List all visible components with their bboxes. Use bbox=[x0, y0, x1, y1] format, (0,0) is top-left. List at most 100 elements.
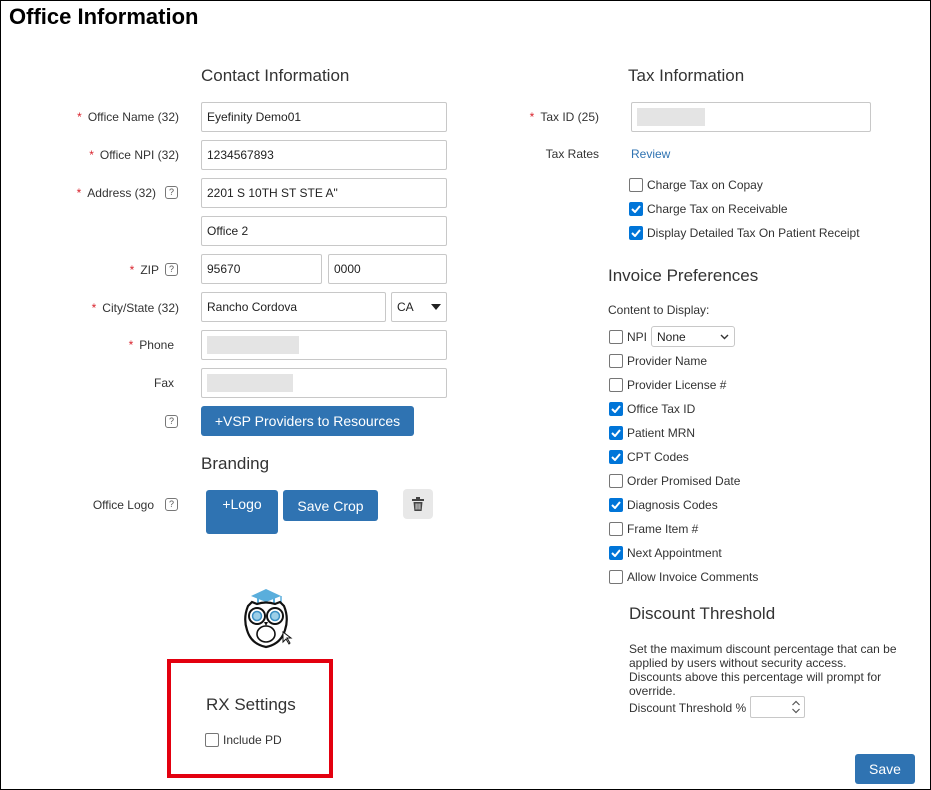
address-line1-input[interactable]: 2201 S 10TH ST STE A" bbox=[201, 178, 447, 208]
invoice-item-label: Allow Invoice Comments bbox=[627, 570, 759, 584]
invoice-item-label: Provider Name bbox=[627, 354, 708, 368]
charge-tax-copay-checkbox[interactable] bbox=[629, 178, 643, 192]
checkmark-icon bbox=[611, 453, 621, 461]
charge-tax-receivable-label: Charge Tax on Receivable bbox=[647, 202, 788, 216]
office-npi-label: * Office NPI (32) bbox=[89, 148, 179, 162]
fax-label: Fax bbox=[153, 376, 174, 390]
npi-checkbox[interactable] bbox=[609, 330, 623, 344]
invoice-item-option[interactable]: Order Promised Date bbox=[609, 474, 740, 488]
invoice-item-label: Next Appointment bbox=[627, 546, 722, 560]
charge-tax-copay-label: Charge Tax on Copay bbox=[647, 178, 763, 192]
include-pd-checkbox[interactable] bbox=[205, 733, 219, 747]
save-button[interactable]: Save bbox=[855, 754, 915, 784]
display-detailed-tax-checkbox[interactable] bbox=[629, 226, 643, 240]
invoice-item-option[interactable]: Provider Name bbox=[609, 354, 707, 368]
add-logo-button[interactable]: +Logo bbox=[206, 490, 278, 534]
office-logo-help-icon[interactable]: ? bbox=[165, 498, 178, 511]
invoice-item-checkbox[interactable] bbox=[609, 402, 623, 416]
rx-settings-heading: RX Settings bbox=[206, 695, 296, 714]
invoice-item-option[interactable]: Office Tax ID bbox=[609, 402, 695, 416]
zip-label: * ZIP bbox=[129, 263, 159, 277]
city-state-label: * City/State (32) bbox=[91, 301, 179, 315]
chevron-down-icon bbox=[720, 334, 729, 339]
tax-rates-review-link[interactable]: Review bbox=[631, 147, 670, 161]
address-help-icon[interactable]: ? bbox=[165, 186, 178, 199]
checkmark-icon bbox=[611, 429, 621, 437]
spinner-arrows-icon[interactable] bbox=[791, 699, 801, 715]
display-detailed-tax-option[interactable]: Display Detailed Tax On Patient Receipt bbox=[629, 226, 860, 240]
zip-input[interactable]: 95670 bbox=[201, 254, 322, 284]
state-select-value: CA bbox=[397, 300, 414, 314]
checkmark-icon bbox=[611, 501, 621, 509]
include-pd-option[interactable]: Include PD bbox=[205, 733, 282, 747]
invoice-item-checkbox[interactable] bbox=[609, 354, 623, 368]
office-logo-image bbox=[244, 589, 293, 649]
invoice-item-label: Office Tax ID bbox=[627, 402, 696, 416]
invoice-item-label: Patient MRN bbox=[627, 426, 696, 440]
address-label: * Address (32) bbox=[76, 186, 156, 200]
page-title: Office Information bbox=[9, 4, 199, 29]
invoice-preferences-heading: Invoice Preferences bbox=[608, 266, 759, 285]
discount-threshold-label: Discount Threshold % bbox=[629, 701, 747, 715]
invoice-item-option[interactable]: Patient MRN bbox=[609, 426, 695, 440]
state-select[interactable]: CA bbox=[391, 292, 447, 322]
invoice-item-label: CPT Codes bbox=[627, 450, 689, 464]
content-to-display-label: Content to Display: bbox=[608, 303, 710, 317]
invoice-item-label: Order Promised Date bbox=[627, 474, 741, 488]
invoice-item-option[interactable]: Next Appointment bbox=[609, 546, 722, 560]
npi-select[interactable]: None bbox=[651, 326, 735, 347]
charge-tax-copay-option[interactable]: Charge Tax on Copay bbox=[629, 178, 763, 192]
vsp-providers-button[interactable]: +VSP Providers to Resources bbox=[201, 406, 414, 436]
charge-tax-receivable-option[interactable]: Charge Tax on Receivable bbox=[629, 202, 788, 216]
delete-logo-button[interactable] bbox=[403, 489, 433, 519]
invoice-item-label: Provider License # bbox=[627, 378, 727, 392]
office-name-label: * Office Name (32) bbox=[77, 110, 179, 124]
rx-settings-highlight bbox=[167, 659, 333, 778]
npi-option[interactable]: NPI bbox=[609, 330, 647, 344]
invoice-item-checkbox[interactable] bbox=[609, 498, 623, 512]
invoice-item-option[interactable]: Diagnosis Codes bbox=[609, 498, 718, 512]
invoice-item-checkbox[interactable] bbox=[609, 570, 623, 584]
invoice-item-option[interactable]: CPT Codes bbox=[609, 450, 689, 464]
save-crop-button[interactable]: Save Crop bbox=[283, 490, 378, 521]
checkmark-icon bbox=[611, 405, 621, 413]
fax-input[interactable] bbox=[201, 368, 447, 398]
invoice-item-checkbox[interactable] bbox=[609, 450, 623, 464]
discount-threshold-input[interactable] bbox=[750, 696, 805, 718]
office-name-input[interactable]: Eyefinity Demo01 bbox=[201, 102, 447, 132]
tax-information-heading: Tax Information bbox=[628, 66, 745, 85]
zip-extension-input[interactable]: 0000 bbox=[328, 254, 447, 284]
display-detailed-tax-label: Display Detailed Tax On Patient Receipt bbox=[647, 226, 860, 240]
zip-help-icon[interactable]: ? bbox=[165, 263, 178, 276]
invoice-item-checkbox[interactable] bbox=[609, 378, 623, 392]
charge-tax-receivable-checkbox[interactable] bbox=[629, 202, 643, 216]
address-line2-input[interactable]: Office 2 bbox=[201, 216, 447, 246]
invoice-item-option[interactable]: Allow Invoice Comments bbox=[609, 570, 758, 584]
tax-id-label: * Tax ID (25) bbox=[529, 110, 599, 124]
discount-threshold-description: Set the maximum discount percentage that… bbox=[629, 642, 897, 698]
phone-input[interactable] bbox=[201, 330, 447, 360]
office-information-panel: Office Information Contact Information *… bbox=[0, 0, 931, 790]
invoice-item-checkbox[interactable] bbox=[609, 474, 623, 488]
invoice-item-checkbox[interactable] bbox=[609, 522, 623, 536]
invoice-item-option[interactable]: Provider License # bbox=[609, 378, 726, 392]
tax-id-redacted-value bbox=[637, 108, 705, 126]
tax-id-input[interactable] bbox=[631, 102, 871, 132]
trash-icon bbox=[412, 497, 424, 511]
city-input[interactable]: Rancho Cordova bbox=[201, 292, 386, 322]
vsp-help-icon[interactable]: ? bbox=[165, 415, 178, 428]
tax-rates-label: Tax Rates bbox=[545, 147, 599, 161]
branding-heading: Branding bbox=[201, 454, 270, 473]
phone-label: * Phone bbox=[128, 338, 174, 352]
checkmark-icon bbox=[631, 229, 641, 237]
discount-threshold-heading: Discount Threshold bbox=[629, 604, 776, 623]
phone-redacted-value bbox=[207, 336, 299, 354]
npi-select-value: None bbox=[657, 329, 686, 344]
office-npi-input[interactable]: 1234567893 bbox=[201, 140, 447, 170]
include-pd-label: Include PD bbox=[223, 733, 282, 747]
fax-redacted-value bbox=[207, 374, 293, 392]
invoice-item-checkbox[interactable] bbox=[609, 426, 623, 440]
invoice-item-option[interactable]: Frame Item # bbox=[609, 522, 698, 536]
chevron-down-icon bbox=[431, 304, 441, 310]
invoice-item-checkbox[interactable] bbox=[609, 546, 623, 560]
